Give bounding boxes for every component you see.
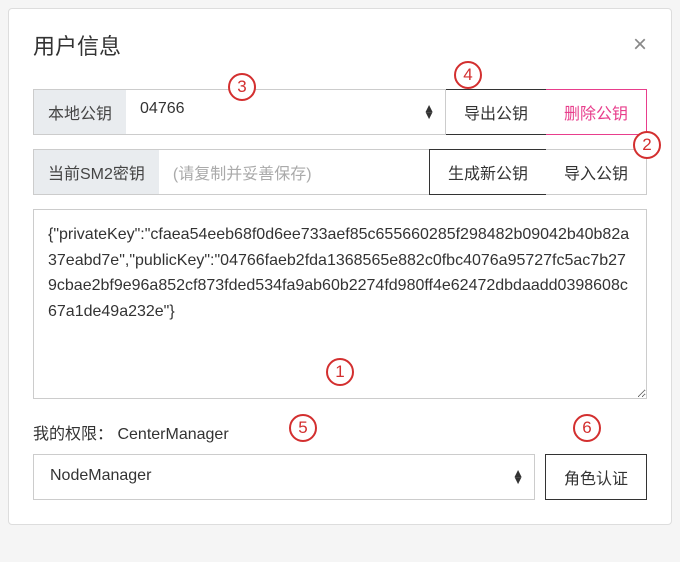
key-textarea-wrapper: 1 — [33, 209, 647, 404]
local-key-select[interactable]: 04766 ▲▼ — [126, 89, 446, 135]
modal-header: 用户信息 × — [33, 29, 647, 61]
import-key-button[interactable]: 导入公钥 — [546, 149, 647, 195]
permissions-label: 我的权限： CenterManager 5 6 — [33, 420, 647, 444]
role-auth-row: NodeManager ▲▼ 角色认证 — [33, 454, 647, 500]
permissions-label-text: 我的权限： — [33, 426, 113, 443]
user-info-modal: 用户信息 × 本地公钥 04766 ▲▼ 导出公钥 删除公钥 3 4 当前SM2… — [8, 8, 672, 525]
local-key-label: 本地公钥 — [33, 89, 127, 135]
sm2-key-label: 当前SM2密钥 — [33, 149, 160, 195]
role-select[interactable]: NodeManager ▲▼ — [33, 454, 535, 500]
delete-key-button[interactable]: 删除公钥 — [546, 89, 647, 135]
select-arrows-icon: ▲▼ — [512, 470, 524, 484]
select-arrows-icon: ▲▼ — [423, 105, 435, 119]
sm2-key-row: 当前SM2密钥 (请复制并妥善保存) 生成新公钥 导入公钥 2 — [33, 149, 647, 195]
modal-title: 用户信息 — [33, 29, 121, 61]
annotation-5: 5 — [289, 414, 317, 442]
export-key-button[interactable]: 导出公钥 — [445, 89, 547, 135]
generate-key-button[interactable]: 生成新公钥 — [429, 149, 547, 195]
annotation-4: 4 — [454, 61, 482, 89]
local-key-value: 04766 — [140, 100, 185, 117]
local-key-row: 本地公钥 04766 ▲▼ 导出公钥 删除公钥 3 4 — [33, 89, 647, 135]
key-json-textarea[interactable] — [33, 209, 647, 399]
annotation-6: 6 — [573, 414, 601, 442]
role-auth-button[interactable]: 角色认证 — [545, 454, 647, 500]
sm2-key-placeholder: (请复制并妥善保存) — [159, 149, 430, 195]
role-select-value: NodeManager — [50, 467, 151, 484]
close-icon[interactable]: × — [633, 33, 647, 57]
permissions-value: CenterManager — [117, 426, 228, 443]
